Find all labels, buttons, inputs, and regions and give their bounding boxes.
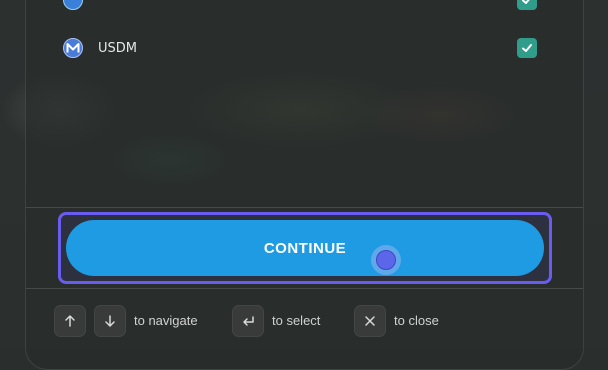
token-row-top[interactable] xyxy=(63,0,543,12)
check-icon xyxy=(522,0,530,4)
token-icon xyxy=(63,0,83,10)
token-checkbox[interactable] xyxy=(517,0,537,10)
usdm-checkbox[interactable] xyxy=(517,38,537,58)
select-hint: to select xyxy=(272,313,321,328)
enter-key-icon xyxy=(232,305,264,337)
divider-bottom xyxy=(26,288,583,289)
navigate-hint: to navigate xyxy=(134,313,198,328)
arrow-up-key-icon xyxy=(54,305,86,337)
close-hint: to close xyxy=(394,313,439,328)
token-label-usdm: USDM xyxy=(98,40,137,56)
token-row-usdm[interactable]: USDM xyxy=(63,36,543,60)
arrow-down-key-icon xyxy=(94,305,126,337)
usdm-m-icon xyxy=(63,38,83,58)
divider-top xyxy=(26,207,583,208)
cursor-indicator xyxy=(371,245,401,275)
continue-button[interactable]: CONTINUE xyxy=(66,220,544,276)
check-icon xyxy=(522,44,532,52)
close-key-icon xyxy=(354,305,386,337)
